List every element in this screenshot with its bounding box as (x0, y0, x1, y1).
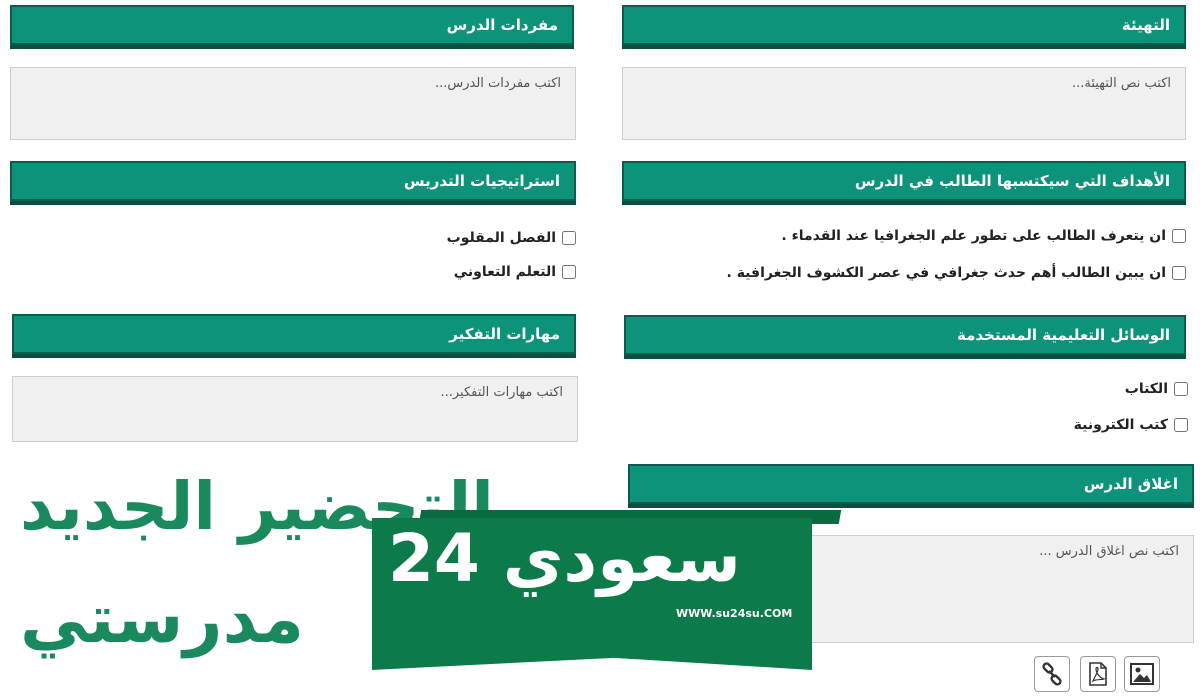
strategy-checkbox-2[interactable]: التعلم التعاوني (454, 264, 576, 280)
thinking-header: مهارات التفكير (12, 314, 576, 354)
objective-label-1: ان يتعرف الطالب على تطور علم الجغرافيا ع… (781, 228, 1166, 244)
aid-checkbox-1[interactable]: الكتاب (1125, 381, 1188, 397)
thinking-textarea[interactable] (12, 376, 578, 442)
insert-image-button[interactable] (1124, 656, 1160, 692)
aid-label-1: الكتاب (1124, 381, 1168, 397)
vocab-title: مفردات الدرس (446, 16, 558, 34)
watermark-line-2: مدرستي (20, 580, 304, 659)
insert-pdf-button[interactable] (1080, 656, 1116, 692)
pdf-icon (1089, 662, 1107, 686)
aid-checkbox-2[interactable]: كتب الكترونية (1074, 417, 1188, 433)
aid-check-2[interactable] (1174, 418, 1188, 432)
strategy-check-1[interactable] (562, 231, 576, 245)
brand-logo-text: سعودي 24 (388, 520, 741, 597)
aids-header: الوسائل التعليمية المستخدمة (624, 315, 1186, 355)
objective-label-2: ان يبين الطالب أهم حدث جغرافي في عصر الك… (726, 265, 1167, 281)
strategy-check-2[interactable] (562, 265, 576, 279)
strategy-checkbox-1[interactable]: الفصل المقلوب (447, 230, 576, 246)
strategies-header: استراتيجيات التدريس (10, 161, 576, 201)
objectives-header: الأهداف التي سيكتسبها الطالب في الدرس (622, 161, 1186, 201)
aid-check-1[interactable] (1174, 382, 1188, 396)
closing-title: اغلاق الدرس (1083, 475, 1178, 493)
aid-label-2: كتب الكترونية (1073, 417, 1168, 433)
vocab-header: مفردات الدرس (10, 5, 574, 45)
strategy-label-1: الفصل المقلوب (446, 230, 556, 246)
warmup-title: التهيئة (1121, 16, 1170, 34)
thinking-title: مهارات التفكير (449, 325, 560, 343)
warmup-textarea[interactable] (622, 67, 1186, 140)
image-icon (1130, 663, 1154, 685)
closing-header: اغلاق الدرس (628, 464, 1194, 504)
link-icon (1042, 662, 1062, 686)
brand-url: WWW.su24su.COM (676, 607, 793, 620)
warmup-header: التهيئة (622, 5, 1186, 45)
insert-link-button[interactable] (1034, 656, 1070, 692)
objective-checkbox-2[interactable]: ان يبين الطالب أهم حدث جغرافي في عصر الك… (726, 265, 1186, 281)
strategy-label-2: التعلم التعاوني (453, 264, 556, 280)
strategies-title: استراتيجيات التدريس (403, 172, 560, 190)
objective-checkbox-1[interactable]: ان يتعرف الطالب على تطور علم الجغرافيا ع… (781, 228, 1186, 244)
objective-check-1[interactable] (1172, 229, 1186, 243)
vocab-textarea[interactable] (10, 67, 576, 140)
aids-title: الوسائل التعليمية المستخدمة (957, 326, 1170, 344)
objective-check-2[interactable] (1172, 266, 1186, 280)
objectives-title: الأهداف التي سيكتسبها الطالب في الدرس (854, 172, 1170, 190)
